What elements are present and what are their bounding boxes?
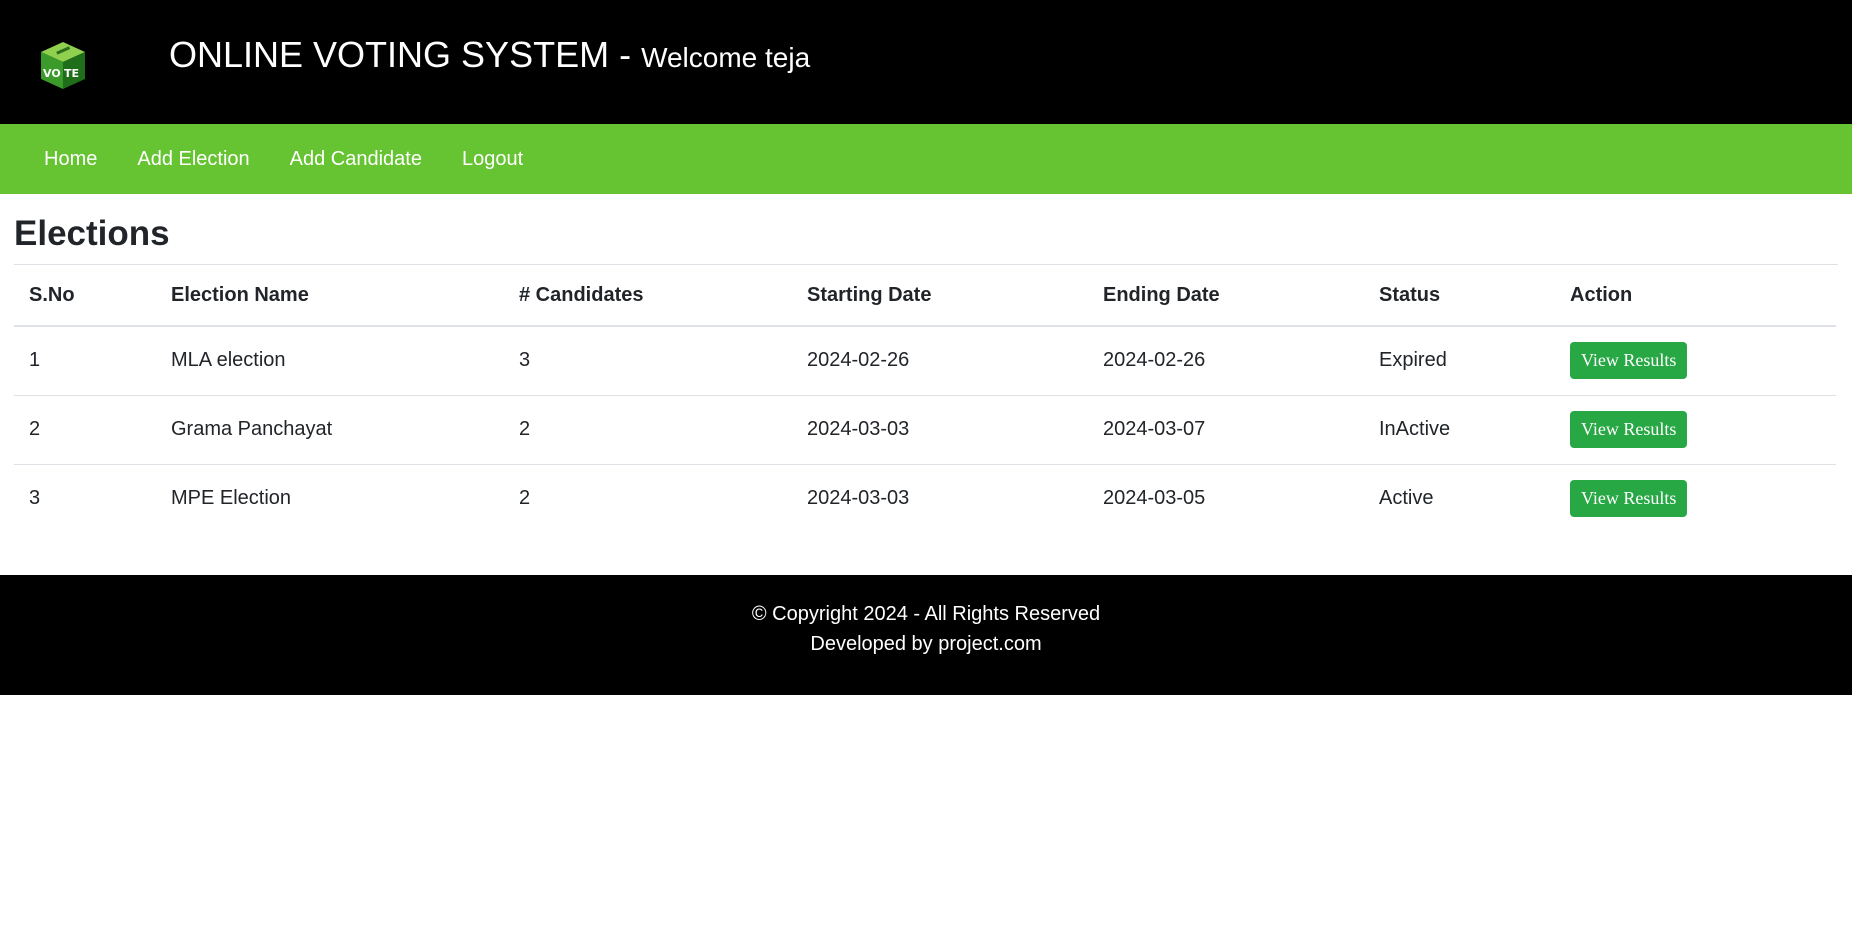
column-header-action: Action <box>1555 265 1836 327</box>
main-content: Elections S.No Election Name # Candidate… <box>0 194 1852 575</box>
view-results-button[interactable]: View Results <box>1570 342 1688 380</box>
copyright-text: © Copyright 2024 - All Rights Reserved <box>751 603 1101 625</box>
page-title: Elections <box>14 214 1838 265</box>
cell-status: Expired <box>1364 326 1555 396</box>
table-row: 1 MLA election 3 2024-02-26 2024-02-26 E… <box>14 326 1836 396</box>
cell-action: View Results <box>1555 326 1836 396</box>
cell-candidates: 2 <box>519 487 531 510</box>
cell-sno: 2 <box>14 395 156 465</box>
column-header-starting-date: Starting Date <box>792 265 1088 327</box>
main-nav: Home Add Election Add Candidate Logout <box>0 124 1852 194</box>
svg-text:VO: VO <box>43 67 61 80</box>
view-results-button[interactable]: View Results <box>1570 411 1688 448</box>
cell-status: Active <box>1379 487 1434 510</box>
svg-text:TE: TE <box>64 67 79 80</box>
cell-ending-date: 2024-03-07 <box>1088 395 1364 465</box>
cell-action: View Results <box>1555 464 1836 533</box>
column-header-election-name: Election Name <box>156 265 504 327</box>
column-header-sno: S.No <box>14 265 156 327</box>
cell-starting-date: 2024-03-03 <box>807 487 910 510</box>
nav-add-candidate-link[interactable]: Add Candidate <box>270 148 442 171</box>
vote-box-icon: VO TE <box>41 42 85 89</box>
table-header-row: S.No Election Name # Candidates Starting… <box>14 265 1836 327</box>
cell-election-name: MLA election <box>156 326 504 396</box>
cell-ending-date: 2024-03-05 <box>1103 487 1206 510</box>
cell-status: InActive <box>1364 395 1555 465</box>
cell-election-name: Grama Panchayat <box>156 395 504 465</box>
column-header-status: Status <box>1364 265 1555 327</box>
view-results-button[interactable]: View Results <box>1570 480 1688 518</box>
nav-logout-link[interactable]: Logout <box>442 148 543 171</box>
cell-action: View Results <box>1555 395 1836 465</box>
cell-ending-date: 2024-02-26 <box>1088 326 1364 396</box>
column-header-candidates: # Candidates <box>504 265 792 327</box>
site-title: ONLINE VOTING SYSTEM - Welcome teja <box>169 34 810 76</box>
cell-sno: 3 <box>29 487 41 510</box>
site-header: VO TE ONLINE VOTING SYSTEM - Welcome tej… <box>0 0 1852 124</box>
nav-home-link[interactable]: Home <box>24 148 117 171</box>
table-row: 2 Grama Panchayat 2 2024-03-03 2024-03-0… <box>14 395 1836 465</box>
column-header-ending-date: Ending Date <box>1088 265 1364 327</box>
table-row: 3 MPE Election 2 2024-03-03 2024-03-05 A… <box>14 464 1836 533</box>
nav-add-election-link[interactable]: Add Election <box>117 148 269 171</box>
cell-starting-date: 2024-03-03 <box>792 395 1088 465</box>
cell-candidates: 2 <box>504 395 792 465</box>
cell-starting-date: 2024-02-26 <box>792 326 1088 396</box>
cell-election-name: MPE Election <box>171 487 292 510</box>
welcome-message: Welcome teja <box>641 42 811 73</box>
cell-sno: 1 <box>14 326 156 396</box>
elections-table: S.No Election Name # Candidates Starting… <box>14 265 1836 533</box>
developer-credit: Developed by project.com <box>810 633 1042 655</box>
cell-candidates: 3 <box>504 326 792 396</box>
app-title: ONLINE VOTING SYSTEM - <box>169 34 642 75</box>
site-footer: © Copyright 2024 - All Rights Reserved D… <box>0 575 1852 695</box>
